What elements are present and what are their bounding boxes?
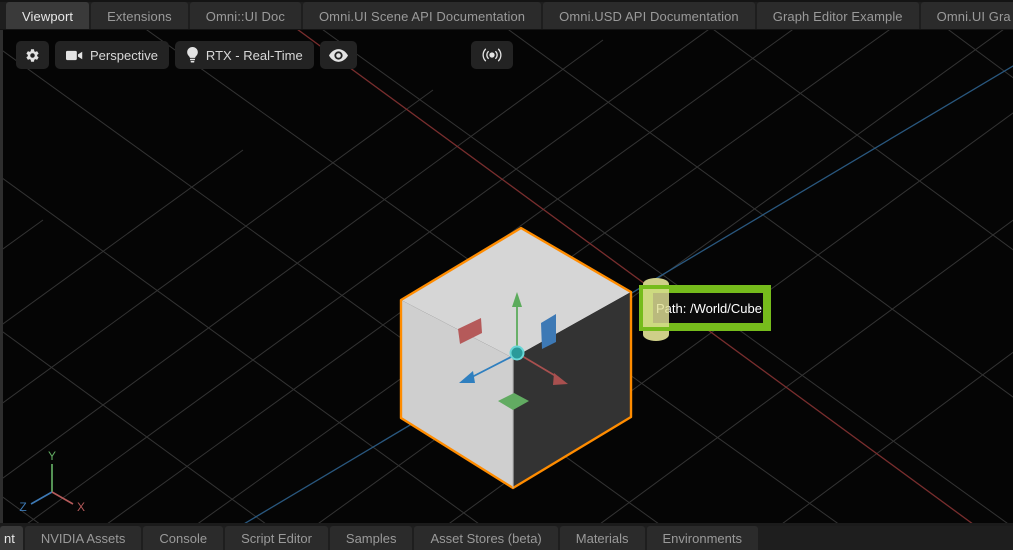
tab-label: Viewport bbox=[22, 8, 74, 24]
bottom-tab-label: nt bbox=[4, 530, 15, 546]
bottom-tab-samples[interactable]: Samples bbox=[329, 526, 413, 550]
tab-label: Graph Editor Example bbox=[772, 8, 903, 24]
camera-selector-button[interactable]: Perspective bbox=[55, 41, 169, 69]
bottom-tab-materials[interactable]: Materials bbox=[559, 526, 645, 550]
bottom-tab-nvidia-assets[interactable]: NVIDIA Assets bbox=[24, 526, 142, 550]
broadcast-button[interactable] bbox=[471, 41, 513, 69]
bottom-tab-label: Console bbox=[159, 530, 208, 546]
visibility-toggle-button[interactable] bbox=[319, 41, 357, 69]
bottom-tab-asset-stores[interactable]: Asset Stores (beta) bbox=[414, 526, 558, 550]
tab-omni-usd-api-documentation[interactable]: Omni.USD API Documentation bbox=[543, 2, 755, 29]
top-tab-bar: Viewport Extensions Omni::UI Doc Omni.UI… bbox=[0, 0, 1013, 30]
viewport-panel[interactable]: Perspective RTX - Real-Time Path: /World… bbox=[0, 30, 1013, 523]
bottom-tab-label: Samples bbox=[345, 530, 397, 546]
bottom-tab-label: NVIDIA Assets bbox=[40, 530, 126, 546]
tab-label: Omni.USD API Documentation bbox=[559, 8, 739, 24]
renderer-selector-button[interactable]: RTX - Real-Time bbox=[174, 41, 314, 69]
broadcast-icon bbox=[480, 48, 504, 62]
application-window: Viewport Extensions Omni::UI Doc Omni.UI… bbox=[0, 0, 1013, 550]
tab-label: Omni.UI Scene API Documentation bbox=[318, 8, 526, 24]
bottom-tab-label: Asset Stores (beta) bbox=[430, 530, 542, 546]
lightbulb-icon bbox=[186, 47, 199, 63]
bottom-tab-label: Materials bbox=[575, 530, 629, 546]
viewport-3d-scene[interactable] bbox=[3, 30, 1013, 523]
camera-label: Perspective bbox=[90, 47, 158, 63]
gear-icon bbox=[25, 48, 40, 63]
viewport-settings-button[interactable] bbox=[16, 41, 49, 69]
tab-viewport[interactable]: Viewport bbox=[6, 2, 90, 29]
bottom-tab-label: Environments bbox=[662, 530, 742, 546]
bottom-tab-content[interactable]: nt bbox=[0, 526, 23, 550]
tab-label: Omni::UI Doc bbox=[205, 8, 285, 24]
tab-extensions[interactable]: Extensions bbox=[91, 2, 188, 29]
gizmo-center-handle bbox=[509, 345, 525, 361]
toolbar-right-group bbox=[471, 41, 513, 69]
bottom-tab-script-editor[interactable]: Script Editor bbox=[225, 526, 328, 550]
eye-icon bbox=[328, 48, 348, 62]
scene-svg bbox=[3, 30, 1013, 523]
manipulator-handle-middle bbox=[643, 289, 669, 327]
bottom-tab-console[interactable]: Console bbox=[143, 526, 224, 550]
bottom-tab-environments[interactable]: Environments bbox=[646, 526, 758, 550]
bottom-tab-label: Script Editor bbox=[241, 530, 312, 546]
renderer-label: RTX - Real-Time bbox=[205, 47, 303, 63]
prim-path-value-field[interactable]: Path: /World/Cube bbox=[653, 293, 763, 323]
prim-path-text: Path: /World/Cube bbox=[656, 300, 762, 316]
tab-label: Omni.UI Gra bbox=[936, 8, 1011, 24]
tab-label: Extensions bbox=[107, 8, 172, 24]
tab-omni-ui-doc[interactable]: Omni::UI Doc bbox=[189, 2, 301, 29]
camera-icon bbox=[66, 49, 83, 62]
tab-graph-editor-example[interactable]: Graph Editor Example bbox=[756, 2, 919, 29]
bottom-tab-bar: nt NVIDIA Assets Console Script Editor S… bbox=[0, 523, 1013, 550]
tab-omni-ui-graph[interactable]: Omni.UI Gra bbox=[920, 2, 1013, 29]
tab-omni-ui-scene-api-documentation[interactable]: Omni.UI Scene API Documentation bbox=[302, 2, 542, 29]
